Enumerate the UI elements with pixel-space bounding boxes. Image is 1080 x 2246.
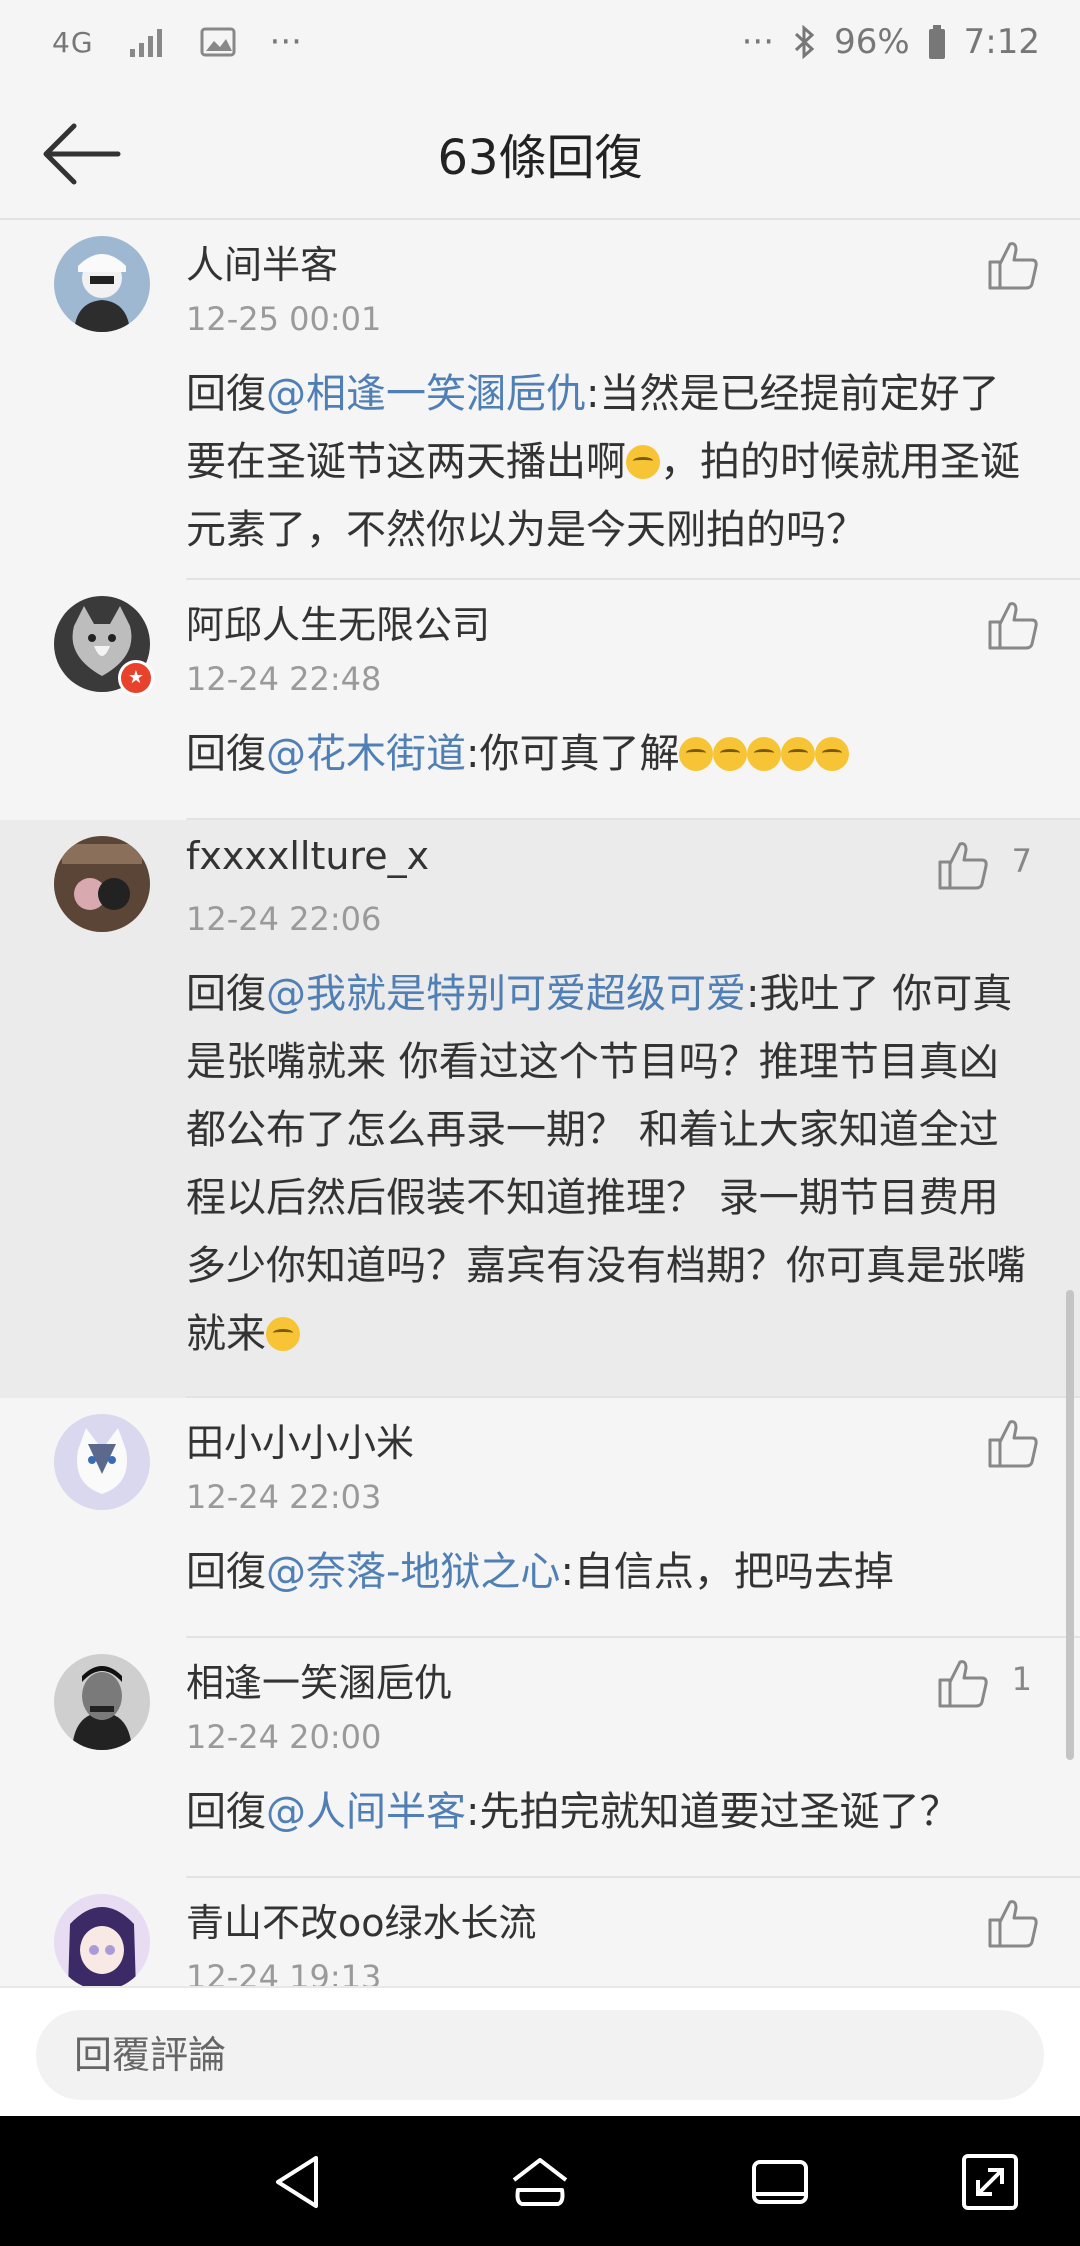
thumbs-up-icon[interactable]: [986, 598, 1040, 652]
smirk-emoji-icon: [266, 1317, 300, 1351]
comment-body: :我吐了 你可真是张嘴就来 你看过这个节目吗？推理节目真凶都公布了怎么再录一期？…: [186, 971, 1026, 1357]
relieved-emoji-icon: [747, 737, 782, 771]
comment-item[interactable]: 人间半客 12-25 00:01 回復@相逢一笑溷巵仇:当然是已经提前定好了要在…: [0, 220, 1080, 580]
comment-item[interactable]: fxxxxllture_x 7 12-24 22:06 回復@我就是特别可爱超级…: [0, 820, 1080, 1398]
like-count: 7: [1011, 842, 1032, 880]
relieved-emoji-icon: [679, 737, 714, 771]
comment-body: :先拍完就知道要过圣诞了？: [466, 1789, 960, 1835]
status-bar: 4G ··· ··· 96% 7:12: [0, 0, 1080, 90]
avatar[interactable]: [54, 836, 150, 932]
comment-text: 回復@奈落-地狱之心:自信点，把吗去掉: [186, 1538, 1036, 1606]
reply-prefix: 回復: [186, 1549, 266, 1595]
reply-input[interactable]: [36, 2010, 1044, 2100]
mention-link[interactable]: @人间半客: [266, 1789, 466, 1835]
comment-time: 12-24 22:06: [186, 900, 382, 938]
comment-author[interactable]: fxxxxllture_x: [186, 834, 429, 878]
comment-time: 12-24 22:48: [186, 660, 382, 698]
reply-prefix: 回復: [186, 731, 266, 777]
mention-link[interactable]: @花木街道: [266, 731, 466, 777]
mention-link[interactable]: @奈落-地狱之心: [266, 1549, 560, 1595]
battery-level: 96%: [834, 22, 910, 62]
comment-list[interactable]: 人间半客 12-25 00:01 回復@相逢一笑溷巵仇:当然是已经提前定好了要在…: [0, 220, 1080, 1986]
thumbs-up-icon[interactable]: [986, 1896, 1040, 1950]
home-icon[interactable]: [508, 2150, 572, 2214]
comment-time: 12-24 20:00: [186, 1718, 382, 1756]
relieved-emoji-icon: [781, 737, 816, 771]
battery-icon: [928, 25, 945, 59]
navigation-bar: [0, 2116, 1080, 2246]
avatar[interactable]: [54, 1654, 150, 1750]
expand-icon[interactable]: [958, 2150, 1022, 2214]
comment-body: :你可真了解: [466, 731, 680, 777]
thumbs-up-icon[interactable]: [986, 238, 1040, 292]
comment-item[interactable]: 青山不改oo绿水长流 12-24 19:13: [0, 1878, 1080, 1986]
comment-item[interactable]: 相逢一笑溷巵仇 1 12-24 20:00 回復@人间半客:先拍完就知道要过圣诞…: [0, 1638, 1080, 1878]
scrollbar[interactable]: [1066, 1290, 1074, 1760]
mention-link[interactable]: @相逢一笑溷巵仇: [266, 371, 586, 417]
signal-icon: [129, 29, 162, 57]
thumbs-up-icon[interactable]: [936, 838, 990, 892]
reply-bar: [0, 1986, 1080, 2118]
comment-time: 12-24 19:13: [186, 1958, 382, 1986]
comment-text: 回復@人间半客:先拍完就知道要过圣诞了？: [186, 1778, 1036, 1846]
mention-link[interactable]: @我就是特别可爱超级可爱: [266, 971, 746, 1017]
comment-text: 回復@我就是特别可爱超级可爱:我吐了 你可真是张嘴就来 你看过这个节目吗？推理节…: [186, 960, 1036, 1368]
image-icon: [200, 27, 236, 57]
avatar[interactable]: [54, 236, 150, 332]
comment-author[interactable]: 田小小小小米: [186, 1412, 414, 1467]
thumbs-up-icon[interactable]: [936, 1656, 990, 1710]
comment-time: 12-24 22:03: [186, 1478, 382, 1516]
comment-body: :自信点，把吗去掉: [560, 1549, 894, 1595]
reply-prefix: 回復: [186, 971, 266, 1017]
relieved-emoji-icon: [815, 737, 850, 771]
network-type: 4G: [52, 25, 94, 59]
more-notifications: ···: [269, 22, 302, 62]
comment-author[interactable]: 青山不改oo绿水长流: [186, 1892, 537, 1947]
comment-time: 12-25 00:01: [186, 300, 382, 338]
reply-prefix: 回復: [186, 1789, 266, 1835]
relieved-emoji-icon: [713, 737, 748, 771]
sweat-emoji-icon: [626, 445, 660, 479]
bluetooth-icon: [795, 25, 815, 59]
like-count: 1: [1011, 1660, 1032, 1698]
verified-badge-icon: ★: [118, 660, 154, 696]
reply-prefix: 回復: [186, 371, 266, 417]
back-triangle-icon[interactable]: [268, 2150, 332, 2214]
avatar[interactable]: [54, 1414, 150, 1510]
comment-author[interactable]: 阿邱人生无限公司: [186, 594, 490, 649]
avatar[interactable]: [54, 1894, 150, 1986]
thumbs-up-icon[interactable]: [986, 1416, 1040, 1470]
comment-item[interactable]: ★ 阿邱人生无限公司 12-24 22:48 回復@花木街道:你可真了解: [0, 580, 1080, 820]
clock: 7:12: [963, 22, 1040, 62]
comment-author[interactable]: 相逢一笑溷巵仇: [186, 1652, 452, 1707]
comment-item[interactable]: 田小小小小米 12-24 22:03 回復@奈落-地狱之心:自信点，把吗去掉: [0, 1398, 1080, 1638]
header: 63條回復: [0, 90, 1080, 220]
recents-icon[interactable]: [748, 2150, 812, 2214]
comment-text: 回復@花木街道:你可真了解: [186, 720, 1036, 788]
page-title: 63條回復: [437, 130, 643, 186]
comment-text: 回復@相逢一笑溷巵仇:当然是已经提前定好了要在圣诞节这两天播出啊 ，拍的时候就用圣…: [186, 360, 1036, 564]
comment-author[interactable]: 人间半客: [186, 234, 338, 289]
more-status: ···: [741, 22, 775, 62]
